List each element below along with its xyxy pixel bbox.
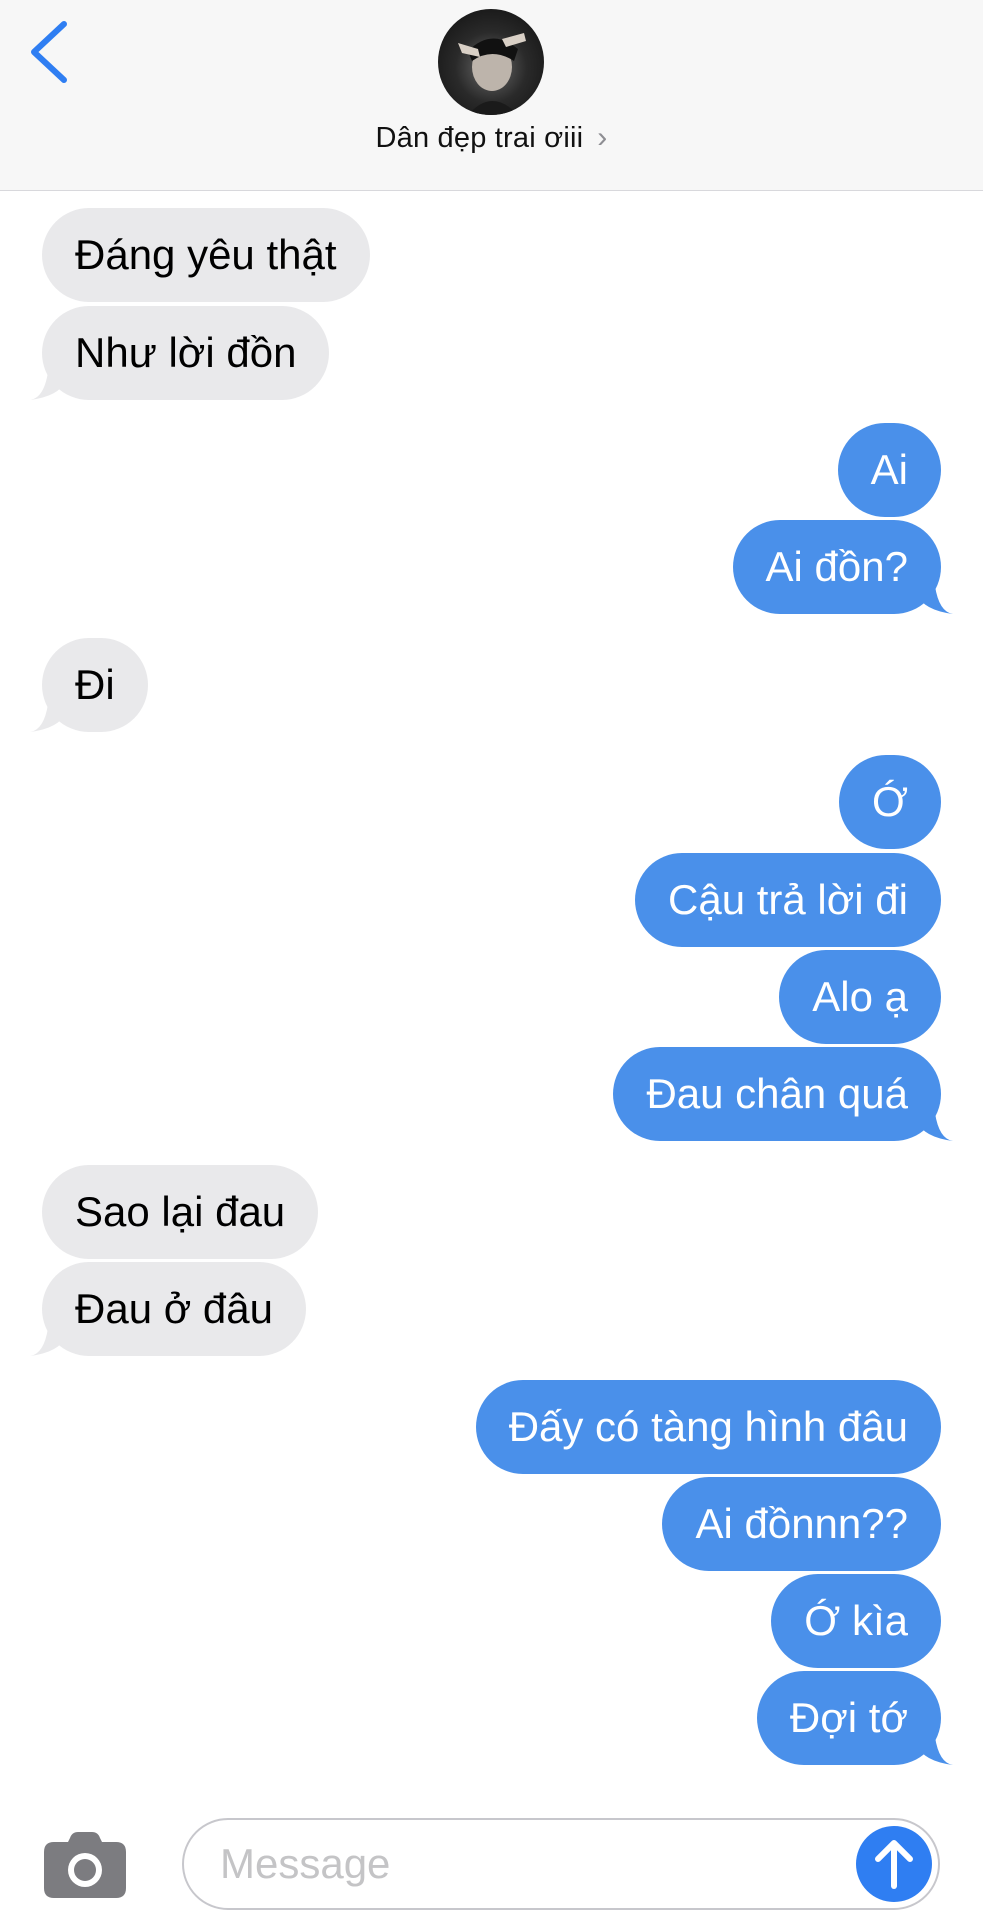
message-text: Ai đồnnn?? — [695, 1500, 908, 1547]
message-bubble-sent[interactable]: Đấy có tàng hình đâu — [475, 1380, 941, 1474]
chevron-right-icon: › — [597, 121, 608, 154]
message-text: Đợi tớ — [789, 1694, 908, 1741]
message-placeholder: Message — [220, 1840, 391, 1887]
conversation-header: Dân đẹp trai ơiii › — [0, 0, 983, 191]
message-text: Đi — [75, 661, 115, 708]
arrow-up-icon — [875, 1840, 913, 1889]
message-bubble-sent[interactable]: Cậu trả lời đi — [635, 853, 941, 947]
message-text: Đau ở đâu — [75, 1285, 274, 1332]
message-bubble-sent[interactable]: Đau chân quá — [613, 1047, 941, 1141]
message-text: Ớ kìa — [804, 1597, 908, 1644]
bubble-tail-sent — [917, 586, 953, 614]
message-text: Ai — [870, 446, 908, 493]
bubble-tail-received — [30, 704, 66, 732]
camera-icon[interactable] — [44, 1832, 126, 1898]
message-composer: Message — [0, 1790, 983, 1920]
message-bubble-sent[interactable]: Đợi tớ — [756, 1671, 941, 1765]
message-text: Cậu trả lời đi — [668, 876, 908, 923]
message-bubble-received[interactable]: Sao lại đau — [42, 1165, 319, 1259]
bubble-tail-received — [30, 1328, 66, 1356]
message-bubble-sent[interactable]: Ớ — [838, 755, 941, 849]
message-bubble-sent[interactable]: Alo ạ — [779, 950, 941, 1044]
chevron-left-icon[interactable] — [22, 18, 78, 86]
message-bubble-received[interactable]: Như lời đồn — [42, 306, 330, 400]
message-text: Ai đồn? — [765, 543, 908, 590]
message-input[interactable]: Message — [182, 1818, 940, 1910]
message-text: Đau chân quá — [646, 1070, 908, 1117]
message-bubble-received[interactable]: Đau ở đâu — [42, 1262, 307, 1356]
message-text: Đấy có tàng hình đâu — [508, 1403, 908, 1450]
message-bubble-sent[interactable]: Ai đồn? — [732, 520, 941, 614]
message-bubble-received[interactable]: Đáng yêu thật — [42, 208, 370, 302]
bubble-tail-sent — [917, 1113, 953, 1141]
message-text: Ớ — [871, 778, 908, 825]
send-button[interactable] — [856, 1826, 932, 1902]
contact-avatar[interactable] — [438, 9, 544, 115]
message-text: Đáng yêu thật — [75, 231, 337, 278]
contact-name: Dân đẹp trai ơiii — [375, 122, 584, 154]
avatar-photo — [458, 33, 526, 115]
message-text: Như lời đồn — [75, 329, 297, 376]
message-text: Sao lại đau — [75, 1188, 286, 1235]
message-bubble-sent[interactable]: Ớ kìa — [771, 1574, 941, 1668]
message-bubble-sent[interactable]: Ai — [837, 423, 941, 517]
bubble-tail-sent — [917, 1737, 953, 1765]
message-text: Alo ạ — [812, 973, 908, 1020]
bubble-tail-received — [30, 372, 66, 400]
message-bubble-sent[interactable]: Ai đồnnn?? — [662, 1477, 941, 1571]
contact-name-row[interactable]: Dân đẹp trai ơiii › — [0, 121, 983, 155]
message-thread[interactable]: Đáng yêu thật Như lời đồn Ai Ai đồn? Đi … — [0, 190, 983, 1790]
